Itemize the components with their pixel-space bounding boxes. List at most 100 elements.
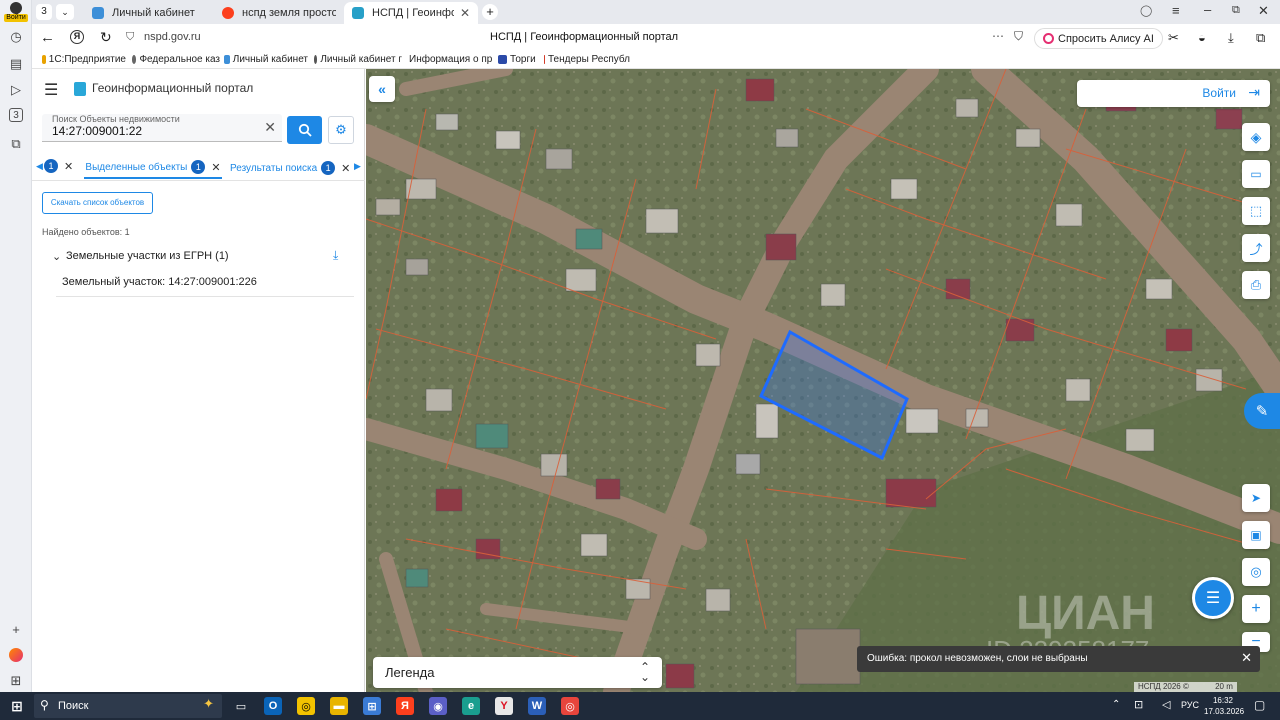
bookmark-lichny-kabinet[interactable]: Личный кабинет [224,54,308,65]
devices-icon[interactable]: ⧉ [7,135,25,153]
search-icon: ⚲ [40,698,49,712]
pocket-icon[interactable]: ◒ [1198,30,1206,45]
navigate-button[interactable]: ➤ [1242,484,1270,512]
bookmark-fed-treasury[interactable]: Федеральное каз [132,54,220,65]
close-window-icon[interactable]: ✕ [1258,3,1269,19]
bookmark-torgi[interactable]: Торги [498,54,542,65]
tab-lichny-kabinet[interactable]: Личный кабинет [84,2,214,24]
account-icon[interactable]: ◯ [1140,4,1152,17]
map-view[interactable]: ЦИАН ID 329358177 « Войти ⇥ ◈ ▭ ⬚ ⤴ ⎙ ✎ … [366,69,1280,692]
taskbar-search-box[interactable]: ⚲ Поиск ✦ [34,694,222,718]
bookmark-info[interactable]: Информация о пр [406,54,492,65]
history-icon[interactable]: ◷ [7,28,25,46]
tabs-scroll-left-icon[interactable]: ◀ [36,161,43,172]
hamburger-menu-icon[interactable]: ☰ [44,80,58,100]
file-explorer-icon[interactable]: ▬ [330,697,348,715]
tray-chevron-icon[interactable]: ⌃ [1112,699,1120,710]
group-download-icon[interactable]: ⤓ [333,248,338,263]
close-tab-icon[interactable]: ✕ [341,162,350,175]
bookmark-tenders[interactable]: Тендеры Республ [544,54,630,65]
extension-icon[interactable]: ✂ [1168,30,1179,46]
yandex-browser-icon[interactable]: Y [495,697,513,715]
tabs-count-icon[interactable]: 3 [9,108,23,122]
ask-alice-button[interactable]: Спросить Алису AI [1034,28,1163,49]
search-panel: ☰ Геоинформационный портал Поиск Объекты… [32,69,365,692]
list-item[interactable]: Земельный участок: 14:27:009001:226 [56,269,354,297]
address-field[interactable]: ⛉ nspd.gov.ru НСПД | Геоинформационный п… [122,27,1062,50]
yandex-home-icon[interactable]: Я [70,30,84,44]
close-tab-icon[interactable]: ✕ [454,6,470,20]
legend-dropdown[interactable]: Легенда ⌃ ⌄ [373,657,662,688]
clock[interactable]: 16:32 17.03.2026 [1204,695,1244,717]
menu-icon[interactable]: ≡ [1172,3,1180,18]
tab-selected-objects[interactable]: Выделенные объекты 1 ✕ [84,157,222,179]
bookmark-icon[interactable]: ⛉ [1014,29,1023,44]
error-toast: Ошибка: прокол невозможен, слои не выбра… [857,646,1260,672]
word-icon[interactable]: W [528,697,546,715]
close-tab-icon[interactable]: ✕ [211,161,220,174]
more-icon[interactable]: ⋯ [992,29,1004,43]
feedback-button[interactable]: ✎ [1244,393,1280,429]
site-info-icon[interactable]: ⛉ [126,31,134,44]
group-title[interactable]: Земельные участки из ЕГРН (1) [66,250,229,262]
language-indicator[interactable]: РУС [1181,700,1199,710]
store-icon[interactable]: ⊞ [363,697,381,715]
apps-grid-icon[interactable]: ⊞ [7,672,25,690]
add-panel-icon[interactable]: + [7,620,25,638]
back-icon[interactable]: ← [40,29,55,46]
bookmark-lichny-kabinet-2[interactable]: Личный кабинет г [314,54,402,65]
share-button[interactable]: ⤴ [1242,234,1270,262]
group-expand-chevron-icon[interactable]: ⌄ [52,250,61,263]
network-icon[interactable]: ⊡ [1134,698,1143,711]
chromium-icon[interactable]: ◉ [429,697,447,715]
app-icon[interactable]: ◎ [297,697,315,715]
yandex-icon[interactable]: Я [396,697,414,715]
tabs-scroll-right-icon[interactable]: ▶ [354,161,361,172]
tab-nspd[interactable]: НСПД | Геоинформаци ✕ [344,2,478,24]
measure-button[interactable]: ▭ [1242,160,1270,188]
tab-list-chevron-icon[interactable]: ⌄ [56,4,74,20]
download-list-button[interactable]: Скачать список объектов [42,192,153,214]
outlook-icon[interactable]: O [264,697,282,715]
chat-button[interactable]: ☰ [1192,577,1234,619]
filter-button[interactable]: ⚙ [328,116,354,144]
minimap-button[interactable]: ▣ [1242,521,1270,549]
tab-yandex-search[interactable]: нспд земля просто — Янд [214,2,344,24]
clock-time: 16:32 [1212,696,1234,705]
alice-icon[interactable] [7,646,25,664]
search-field[interactable]: Поиск Объекты недвижимости 14:27:009001:… [42,114,282,142]
map-login-button[interactable]: Войти ⇥ [1077,80,1270,107]
tab-count-badge[interactable]: 3 [36,4,52,20]
profile-label: Войти [4,14,28,22]
task-view-icon[interactable]: ▭ [232,697,250,715]
select-area-button[interactable]: ⬚ [1242,197,1270,225]
satellite-map[interactable]: ЦИАН ID 329358177 [366,69,1280,692]
minimize-icon[interactable]: – [1204,2,1211,17]
collections-icon[interactable]: ▤ [7,55,25,73]
reload-icon[interactable]: ↻ [100,29,112,46]
close-tab-icon[interactable]: ✕ [64,160,73,173]
print-button[interactable]: ⎙ [1242,271,1270,299]
screenshot-icon[interactable]: ⧉ [1256,30,1265,46]
search-button[interactable] [287,116,322,144]
profile-avatar[interactable]: Войти [4,2,28,22]
new-tab-button[interactable]: + [482,4,498,20]
downloads-icon[interactable]: ⤓ [1228,30,1234,46]
locate-button[interactable]: ◎ [1242,558,1270,586]
restore-icon[interactable]: ⧉ [1232,4,1240,17]
video-icon[interactable]: ▷ [7,81,25,99]
layers-button[interactable]: ◈ [1242,123,1270,151]
tab-search-results[interactable]: Результаты поиска 1 ✕ [230,157,354,179]
windows-start-icon[interactable]: ⊞ [8,697,26,715]
notifications-icon[interactable]: ▢ [1254,698,1265,712]
chrome-icon[interactable]: ◎ [561,697,579,715]
volume-icon[interactable]: ◁ [1162,698,1170,711]
close-toast-icon[interactable]: ✕ [1241,650,1252,666]
search-input[interactable]: 14:27:009001:22 [52,124,142,138]
bookmark-1c[interactable]: 1С:Предприятие [42,54,126,65]
edge-icon[interactable]: e [462,697,480,715]
tab-first[interactable]: 1 ✕ [44,159,73,173]
zoom-in-button[interactable]: + [1242,595,1270,623]
clear-search-icon[interactable]: ✕ [264,119,276,136]
collapse-panel-button[interactable]: « [369,76,395,102]
